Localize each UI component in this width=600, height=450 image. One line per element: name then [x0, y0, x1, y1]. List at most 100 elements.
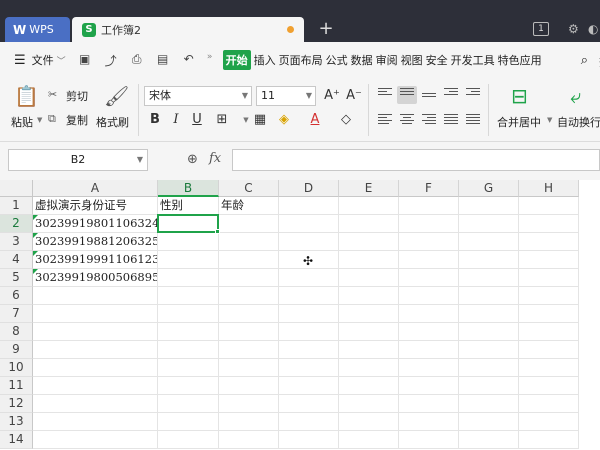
cell-h9[interactable] — [519, 341, 579, 359]
cell-d7[interactable] — [279, 305, 339, 323]
cell-b6[interactable] — [158, 287, 219, 305]
cell-b3[interactable] — [158, 233, 219, 251]
cell-d3[interactable] — [279, 233, 339, 251]
cell-c2[interactable] — [219, 215, 279, 233]
cell-d5[interactable] — [279, 269, 339, 287]
cell-f7[interactable] — [399, 305, 459, 323]
row-header-13[interactable]: 13 — [0, 413, 33, 431]
cell-g5[interactable] — [459, 269, 519, 287]
tab-data[interactable]: 数据 — [351, 52, 373, 68]
cell-a2[interactable]: 302399198011063246 — [33, 215, 158, 233]
cell-f13[interactable] — [399, 413, 459, 431]
cell-h1[interactable] — [519, 197, 579, 215]
cell-f11[interactable] — [399, 377, 459, 395]
format-painter-icon[interactable]: 🖌 — [104, 84, 129, 108]
export-icon[interactable]: ⤴ — [103, 52, 119, 68]
tab-special[interactable]: 特色应用 — [498, 52, 542, 68]
row-header-9[interactable]: 9 — [0, 341, 33, 359]
cell-e12[interactable] — [339, 395, 399, 413]
cell-h2[interactable] — [519, 215, 579, 233]
cell-c7[interactable] — [219, 305, 279, 323]
cell-d13[interactable] — [279, 413, 339, 431]
file-menu[interactable]: 文件 — [32, 52, 54, 68]
align-bottom-icon[interactable] — [419, 86, 439, 104]
cell-c10[interactable] — [219, 359, 279, 377]
cell-e8[interactable] — [339, 323, 399, 341]
insert-function-button[interactable]: fx — [209, 151, 221, 166]
cell-f10[interactable] — [399, 359, 459, 377]
bold-button[interactable]: B — [145, 110, 165, 130]
align-top-icon[interactable] — [375, 86, 395, 104]
column-header-d[interactable]: D — [279, 180, 339, 197]
tab-home[interactable]: 开始 — [222, 50, 251, 70]
cell-g1[interactable] — [459, 197, 519, 215]
cell-c3[interactable] — [219, 233, 279, 251]
copy-icon[interactable]: ⧉ — [48, 112, 56, 126]
tab-page-layout[interactable]: 页面布局 — [279, 52, 323, 68]
spreadsheet-grid[interactable]: A B C D E F G H 1 虚拟演示身份证号 性别 年龄 2 302399198011063246… — [0, 180, 600, 450]
search-icon[interactable]: ⌕ — [581, 53, 588, 68]
format-painter-button[interactable]: 格式刷 — [96, 114, 129, 130]
align-center-icon[interactable] — [397, 112, 417, 130]
cell-e11[interactable] — [339, 377, 399, 395]
cell-f6[interactable] — [399, 287, 459, 305]
cell-b12[interactable] — [158, 395, 219, 413]
font-size-select[interactable]: 11 ▼ — [256, 86, 316, 106]
paste-icon[interactable]: 📋 — [14, 84, 39, 108]
justify-icon[interactable] — [441, 112, 461, 130]
row-header-5[interactable]: 5 — [0, 269, 33, 287]
row-header-11[interactable]: 11 — [0, 377, 33, 395]
cell-e6[interactable] — [339, 287, 399, 305]
column-header-b[interactable]: B — [158, 180, 219, 197]
cell-c12[interactable] — [219, 395, 279, 413]
cell-a7[interactable] — [33, 305, 158, 323]
cell-style-icon[interactable]: ▦ — [250, 110, 270, 130]
cell-g11[interactable] — [459, 377, 519, 395]
cell-f14[interactable] — [399, 431, 459, 449]
cell-g9[interactable] — [459, 341, 519, 359]
cut-icon[interactable]: ✂ — [48, 88, 57, 101]
cell-a14[interactable] — [33, 431, 158, 449]
cell-h13[interactable] — [519, 413, 579, 431]
cell-g4[interactable] — [459, 251, 519, 269]
column-header-c[interactable]: C — [219, 180, 279, 197]
cell-d9[interactable] — [279, 341, 339, 359]
cell-a11[interactable] — [33, 377, 158, 395]
row-header-7[interactable]: 7 — [0, 305, 33, 323]
zoom-icon[interactable]: ⊕ — [187, 152, 198, 167]
cell-c5[interactable] — [219, 269, 279, 287]
cell-a12[interactable] — [33, 395, 158, 413]
row-header-10[interactable]: 10 — [0, 359, 33, 377]
cell-a5[interactable]: 302399198005068955 — [33, 269, 158, 287]
chevron-down-icon[interactable]: ﹀ — [57, 54, 66, 67]
cell-c14[interactable] — [219, 431, 279, 449]
wrap-text-button[interactable]: 自动换行 — [557, 114, 600, 130]
row-header-4[interactable]: 4 — [0, 251, 33, 269]
cell-f9[interactable] — [399, 341, 459, 359]
row-header-8[interactable]: 8 — [0, 323, 33, 341]
tab-formula[interactable]: 公式 — [326, 52, 348, 68]
cell-d12[interactable] — [279, 395, 339, 413]
cell-e5[interactable] — [339, 269, 399, 287]
cell-g14[interactable] — [459, 431, 519, 449]
cell-a8[interactable] — [33, 323, 158, 341]
tab-insert[interactable]: 插入 — [254, 52, 276, 68]
cell-h4[interactable] — [519, 251, 579, 269]
cell-b1[interactable]: 性别 — [158, 197, 219, 215]
cell-h14[interactable] — [519, 431, 579, 449]
paste-dropdown-icon[interactable]: ▼ — [37, 116, 42, 124]
new-tab-button[interactable]: + — [316, 18, 336, 39]
tab-review[interactable]: 审阅 — [376, 52, 398, 68]
border-icon[interactable]: ⊞ — [212, 110, 232, 130]
cell-a4[interactable]: 302399199911061234 — [33, 251, 158, 269]
copy-button[interactable]: 复制 — [66, 112, 88, 128]
decrease-font-icon[interactable]: A⁻ — [344, 86, 364, 106]
cell-g12[interactable] — [459, 395, 519, 413]
cell-e14[interactable] — [339, 431, 399, 449]
wps-home-tab[interactable]: W WPS — [5, 17, 70, 42]
window-count-badge[interactable]: 1 — [533, 22, 549, 36]
hamburger-icon[interactable]: ☰ — [14, 53, 26, 68]
italic-button[interactable]: I — [166, 110, 186, 130]
cell-h3[interactable] — [519, 233, 579, 251]
cell-g10[interactable] — [459, 359, 519, 377]
